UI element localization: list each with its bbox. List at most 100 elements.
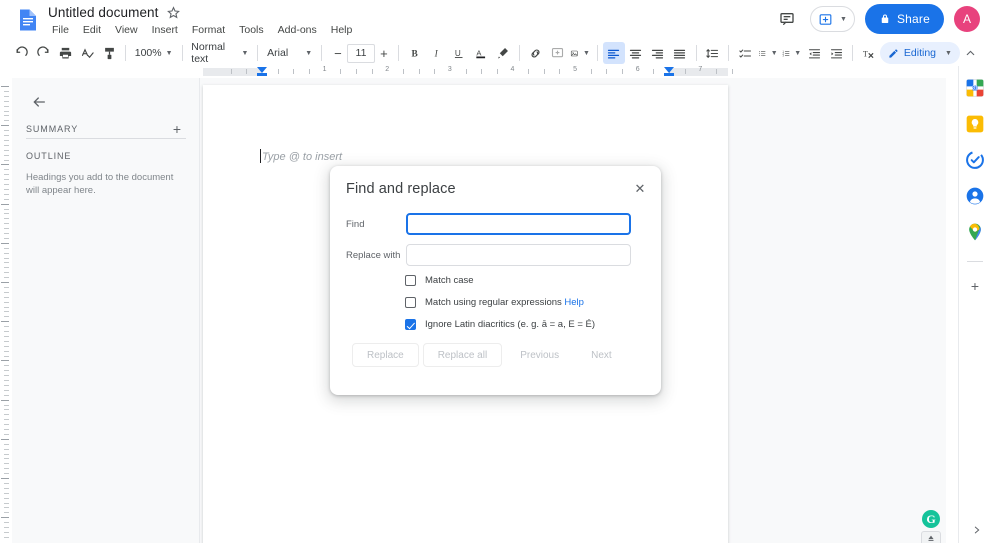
font-size-input[interactable]: 11 — [346, 43, 375, 63]
vertical-ruler-tick — [4, 316, 9, 318]
vertical-ruler-tick — [4, 463, 9, 465]
match-case-option[interactable]: Match case — [405, 275, 474, 286]
undo-icon[interactable] — [10, 42, 32, 64]
ruler-number: 2 — [385, 66, 390, 73]
toolbar-divider — [852, 45, 853, 61]
hide-menus-icon[interactable] — [960, 42, 982, 64]
menu-format[interactable]: Format — [188, 22, 229, 38]
menu-insert[interactable]: Insert — [148, 22, 182, 38]
vertical-ruler-tick — [4, 262, 9, 264]
checklist-icon[interactable] — [734, 42, 756, 64]
avatar[interactable]: A — [954, 6, 980, 32]
font-selector[interactable]: Arial ▼ — [263, 42, 316, 64]
right-indent-marker-bar[interactable] — [664, 73, 674, 76]
underline-icon[interactable]: U — [448, 42, 470, 64]
ruler-left-margin[interactable] — [203, 68, 262, 76]
align-right-icon[interactable] — [647, 42, 669, 64]
panel-divider — [26, 138, 186, 139]
menu-file[interactable]: File — [48, 22, 73, 38]
find-input[interactable] — [406, 213, 631, 235]
editing-mode-button[interactable]: Editing ▼ — [879, 42, 960, 64]
line-spacing-icon[interactable] — [701, 42, 723, 64]
decrease-indent-icon[interactable] — [803, 42, 825, 64]
close-icon[interactable]: ✕ — [629, 178, 651, 200]
horizontal-ruler[interactable]: 1 2 3 4 5 6 7 — [0, 66, 958, 78]
menu-view[interactable]: View — [111, 22, 142, 38]
vertical-ruler-tick — [4, 306, 9, 308]
increase-indent-icon[interactable] — [825, 42, 847, 64]
replace-all-button[interactable]: Replace all — [422, 343, 503, 367]
replace-input[interactable] — [406, 244, 631, 266]
vertical-ruler-tick — [4, 267, 9, 269]
share-button[interactable]: Share — [864, 4, 944, 34]
vertical-ruler-tick — [1, 125, 9, 127]
match-case-checkbox[interactable] — [405, 275, 416, 286]
google-maps-icon[interactable] — [965, 222, 985, 242]
numbered-list-icon[interactable]: 1 2 3 ▼ — [780, 42, 803, 64]
menu-help[interactable]: Help — [327, 22, 357, 38]
menu-tools[interactable]: Tools — [235, 22, 268, 38]
match-regex-option[interactable]: Match using regular expressions Help — [405, 297, 584, 308]
add-summary-button[interactable]: + — [168, 120, 186, 138]
vertical-ruler[interactable] — [0, 78, 12, 543]
vertical-ruler-tick — [4, 375, 9, 377]
vertical-ruler-tick — [4, 414, 9, 416]
regex-help-link[interactable]: Help — [564, 297, 584, 308]
zoom-selector[interactable]: 100% ▼ — [131, 42, 177, 64]
expand-panel-icon[interactable] — [968, 521, 986, 539]
italic-icon[interactable]: I — [426, 42, 448, 64]
replace-button[interactable]: Replace — [352, 343, 419, 367]
bold-icon[interactable]: B — [404, 42, 426, 64]
align-center-icon[interactable] — [625, 42, 647, 64]
spellcheck-icon[interactable] — [76, 42, 98, 64]
add-comment-icon[interactable] — [546, 42, 568, 64]
menu-edit[interactable]: Edit — [79, 22, 105, 38]
google-calendar-icon[interactable]: 31 — [965, 78, 985, 98]
insert-link-icon[interactable] — [524, 42, 546, 64]
left-indent-marker-bar[interactable] — [257, 73, 267, 76]
grammarly-icon[interactable]: G — [922, 510, 940, 528]
vertical-ruler-tick — [4, 443, 9, 445]
star-icon[interactable] — [166, 6, 180, 19]
align-left-icon[interactable] — [602, 42, 625, 64]
previous-button[interactable]: Previous — [506, 343, 573, 367]
vertical-ruler-tick — [4, 365, 9, 367]
redo-icon[interactable] — [32, 42, 54, 64]
svg-text:I: I — [433, 50, 438, 60]
vertical-ruler-tick — [4, 135, 9, 136]
present-caret-icon[interactable]: ▼ — [840, 16, 847, 23]
bulleted-list-icon[interactable]: ▼ — [756, 42, 779, 64]
close-outline-icon[interactable] — [28, 91, 50, 113]
comment-history-icon[interactable] — [774, 6, 800, 32]
clear-formatting-icon[interactable]: T — [858, 42, 880, 64]
google-docs-logo-icon[interactable] — [14, 6, 42, 34]
vertical-ruler-tick — [4, 389, 9, 391]
print-icon[interactable] — [54, 42, 76, 64]
vertical-ruler-tick — [4, 424, 9, 426]
document-title-row: Untitled document — [48, 5, 180, 20]
google-keep-icon[interactable] — [965, 114, 985, 134]
grammarly-assistant-button[interactable] — [921, 531, 941, 543]
align-justify-icon[interactable] — [669, 42, 691, 64]
font-size-decrease-button[interactable]: − — [329, 43, 347, 63]
google-contacts-icon[interactable] — [965, 186, 985, 206]
menu-add-ons[interactable]: Add-ons — [274, 22, 321, 38]
text-color-icon[interactable]: A — [470, 42, 492, 64]
paragraph-style-selector[interactable]: Normal text ▼ — [187, 41, 252, 65]
match-regex-checkbox[interactable] — [405, 297, 416, 308]
google-tasks-icon[interactable] — [965, 150, 985, 170]
insert-image-icon[interactable]: ▼ — [568, 42, 591, 64]
ignore-diacritics-checkbox[interactable] — [405, 319, 416, 330]
vertical-ruler-tick — [4, 188, 9, 190]
ruler-tick — [434, 69, 436, 74]
next-button[interactable]: Next — [577, 343, 626, 367]
summary-header: SUMMARY + — [26, 120, 186, 138]
get-add-ons-button[interactable]: + — [965, 276, 985, 296]
paint-format-icon[interactable] — [98, 42, 120, 64]
ignore-diacritics-option[interactable]: Ignore Latin diacritics (e. g. ā = a, E … — [405, 319, 595, 330]
document-title[interactable]: Untitled document — [48, 5, 159, 20]
font-size-increase-button[interactable]: + — [375, 43, 393, 63]
ruler-tick — [230, 69, 232, 74]
highlight-color-icon[interactable] — [492, 42, 514, 64]
present-button[interactable]: ▼ — [810, 6, 855, 32]
